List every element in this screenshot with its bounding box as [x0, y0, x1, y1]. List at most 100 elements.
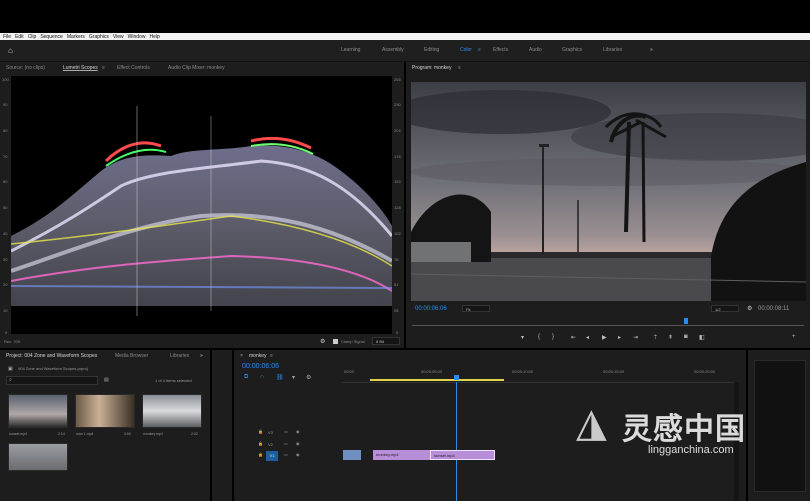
more-workspaces-icon[interactable]: » [650, 47, 653, 53]
menu-markers[interactable]: Markers [67, 34, 85, 40]
item-name-monkey: monkey.mp4 [143, 432, 163, 436]
scale-right-128: 128 [394, 205, 401, 210]
program-menu-icon[interactable]: ≡ [458, 65, 461, 71]
workspace-learning[interactable]: Learning [341, 47, 360, 53]
tab-audio-clip-mixer[interactable]: Audio Clip Mixer: monkey [168, 65, 225, 71]
add-marker-timeline-icon[interactable]: ▾ [292, 374, 295, 381]
tab-libraries[interactable]: Libraries [170, 353, 189, 359]
tab-lumetri-scopes[interactable]: Lumetri Scopes [63, 65, 98, 71]
go-to-out-icon[interactable]: ⇥ [633, 334, 638, 341]
scale-left-0: 0 [5, 330, 8, 335]
export-frame-icon[interactable]: ◙ [684, 334, 688, 340]
track-label-v1[interactable]: V1 [266, 451, 278, 461]
menu-file[interactable]: File [3, 34, 11, 40]
program-scrubber[interactable] [412, 318, 804, 326]
eye-icon[interactable]: ◉ [296, 441, 300, 446]
tab-media-browser[interactable]: Media Browser [115, 353, 148, 359]
fit-select[interactable]: Fit [462, 305, 490, 312]
clamp-signal-checkbox[interactable] [333, 339, 338, 344]
scale-right-178: 178 [394, 154, 401, 159]
tab-effect-controls[interactable]: Effect Controls [117, 65, 150, 71]
menu-view[interactable]: View [113, 34, 124, 40]
settings-wrench-icon[interactable]: ⚙ [747, 305, 752, 312]
sync-icon[interactable]: ▭ [284, 429, 288, 434]
folder-icon: ▣ [8, 366, 13, 372]
tab-sequence[interactable]: monkey [249, 353, 267, 359]
tab-menu-icon[interactable]: ≡ [102, 65, 105, 71]
workspace-color[interactable]: Color [460, 47, 472, 53]
lock-icon[interactable]: 🔒 [258, 452, 263, 457]
new-bin-icon[interactable]: ▤ [104, 377, 109, 383]
bit-depth-select[interactable]: 8 Bit [372, 337, 400, 345]
menu-help[interactable]: Help [149, 34, 159, 40]
play-icon[interactable]: ▶ [602, 334, 607, 341]
scale-right-0: 0 [396, 330, 399, 335]
mark-out-icon[interactable]: } [552, 334, 554, 340]
thumb-sunset[interactable] [8, 394, 68, 428]
waveform-trace [10, 106, 394, 316]
menu-sequence[interactable]: Sequence [40, 34, 63, 40]
workspace-libraries[interactable]: Libraries [603, 47, 622, 53]
extract-icon[interactable]: ⇞ [668, 334, 673, 341]
timeline-timecode[interactable]: 00:00:06:06 [242, 363, 279, 370]
eye-icon[interactable]: ◉ [296, 429, 300, 434]
selection-count: 1 of 4 items selected [155, 378, 192, 383]
workspace-graphics[interactable]: Graphics [562, 47, 582, 53]
clip-sunset[interactable]: sunset.mp4 [430, 450, 495, 460]
track-v3: 🔒 V3 ▭ ◉ [250, 428, 350, 439]
workspace-assembly[interactable]: Assembly [382, 47, 404, 53]
thumb-fourth[interactable] [8, 443, 68, 471]
resolution-select[interactable]: 1/2 [711, 305, 739, 312]
nest-icon[interactable]: ⧉ [244, 374, 248, 381]
menu-edit[interactable]: Edit [15, 34, 24, 40]
scale-left-20: 20 [3, 282, 8, 287]
menu-window[interactable]: Window [128, 34, 146, 40]
tab-project[interactable]: Project: 004 Zone and Waveform Scopes [6, 353, 97, 359]
clamp-signal-label: Clamp Signal [341, 339, 365, 344]
thumb-monkey[interactable] [142, 394, 202, 428]
button-editor-icon[interactable]: + [792, 334, 796, 340]
program-monitor: Program: monkey ≡ 00:00:06:06 Fit 1/2 ⚙ … [406, 62, 810, 348]
lift-icon[interactable]: ⇡ [653, 334, 658, 341]
work-area-bar[interactable] [370, 379, 504, 381]
workspace-audio[interactable]: Audio [529, 47, 542, 53]
lock-icon[interactable]: 🔒 [258, 441, 263, 446]
home-icon[interactable]: ⌂ [8, 46, 13, 55]
eye-icon[interactable]: ◉ [296, 452, 300, 457]
thumb-man[interactable] [75, 394, 135, 428]
transport-controls: ▾ { } ⇤ ◂ ▶ ▸ ⇥ ⇡ ⇞ ◙ ◧ + [516, 334, 806, 343]
comparison-view-icon[interactable]: ◧ [699, 334, 705, 341]
close-sequence-icon[interactable]: × [240, 353, 243, 359]
tab-source[interactable]: Source: (no clips) [6, 65, 45, 71]
lock-icon[interactable]: 🔒 [258, 429, 263, 434]
step-back-icon[interactable]: ◂ [586, 334, 589, 341]
sync-icon[interactable]: ▭ [284, 452, 288, 457]
timeline-playhead-handle[interactable] [454, 375, 459, 380]
tab-program[interactable]: Program: monkey [412, 65, 451, 71]
video-frame [411, 82, 806, 301]
menu-graphics[interactable]: Graphics [89, 34, 109, 40]
menu-clip[interactable]: Clip [28, 34, 37, 40]
program-playhead[interactable] [683, 318, 688, 324]
workspace-effects[interactable]: Effects [493, 47, 508, 53]
workspace-editing[interactable]: Editing [424, 47, 439, 53]
sync-icon[interactable]: ▭ [284, 441, 288, 446]
add-marker-icon[interactable]: ▾ [521, 334, 524, 341]
program-timecode-in[interactable]: 00:00:06:06 [415, 306, 447, 312]
track-v1: 🔒 V1 ▭ ◉ [250, 451, 350, 462]
wrench-icon[interactable]: ⚙ [320, 338, 325, 345]
timeline-ruler[interactable]: 00:00 00:00:05:00 00:00:10:00 00:00:15:0… [342, 364, 734, 383]
go-to-in-icon[interactable]: ⇤ [571, 334, 576, 341]
more-tabs-icon[interactable]: » [200, 353, 203, 359]
sequence-menu-icon[interactable]: ≡ [270, 353, 273, 359]
clip-monkey[interactable]: monkey.mp4 [373, 450, 430, 460]
clip-first[interactable] [343, 450, 361, 460]
timeline-settings-icon[interactable]: ⚙ [306, 374, 311, 381]
watermark-cn: 灵感中国 [622, 413, 746, 446]
snap-icon[interactable]: ∩ [260, 374, 264, 380]
workspace-menu-icon[interactable]: ≡ [478, 47, 481, 53]
linked-selection-icon[interactable]: ⛓ [276, 374, 284, 381]
step-forward-icon[interactable]: ▸ [618, 334, 621, 341]
project-search-input[interactable]: ⌕ [6, 376, 98, 385]
mark-in-icon[interactable]: { [538, 334, 540, 340]
